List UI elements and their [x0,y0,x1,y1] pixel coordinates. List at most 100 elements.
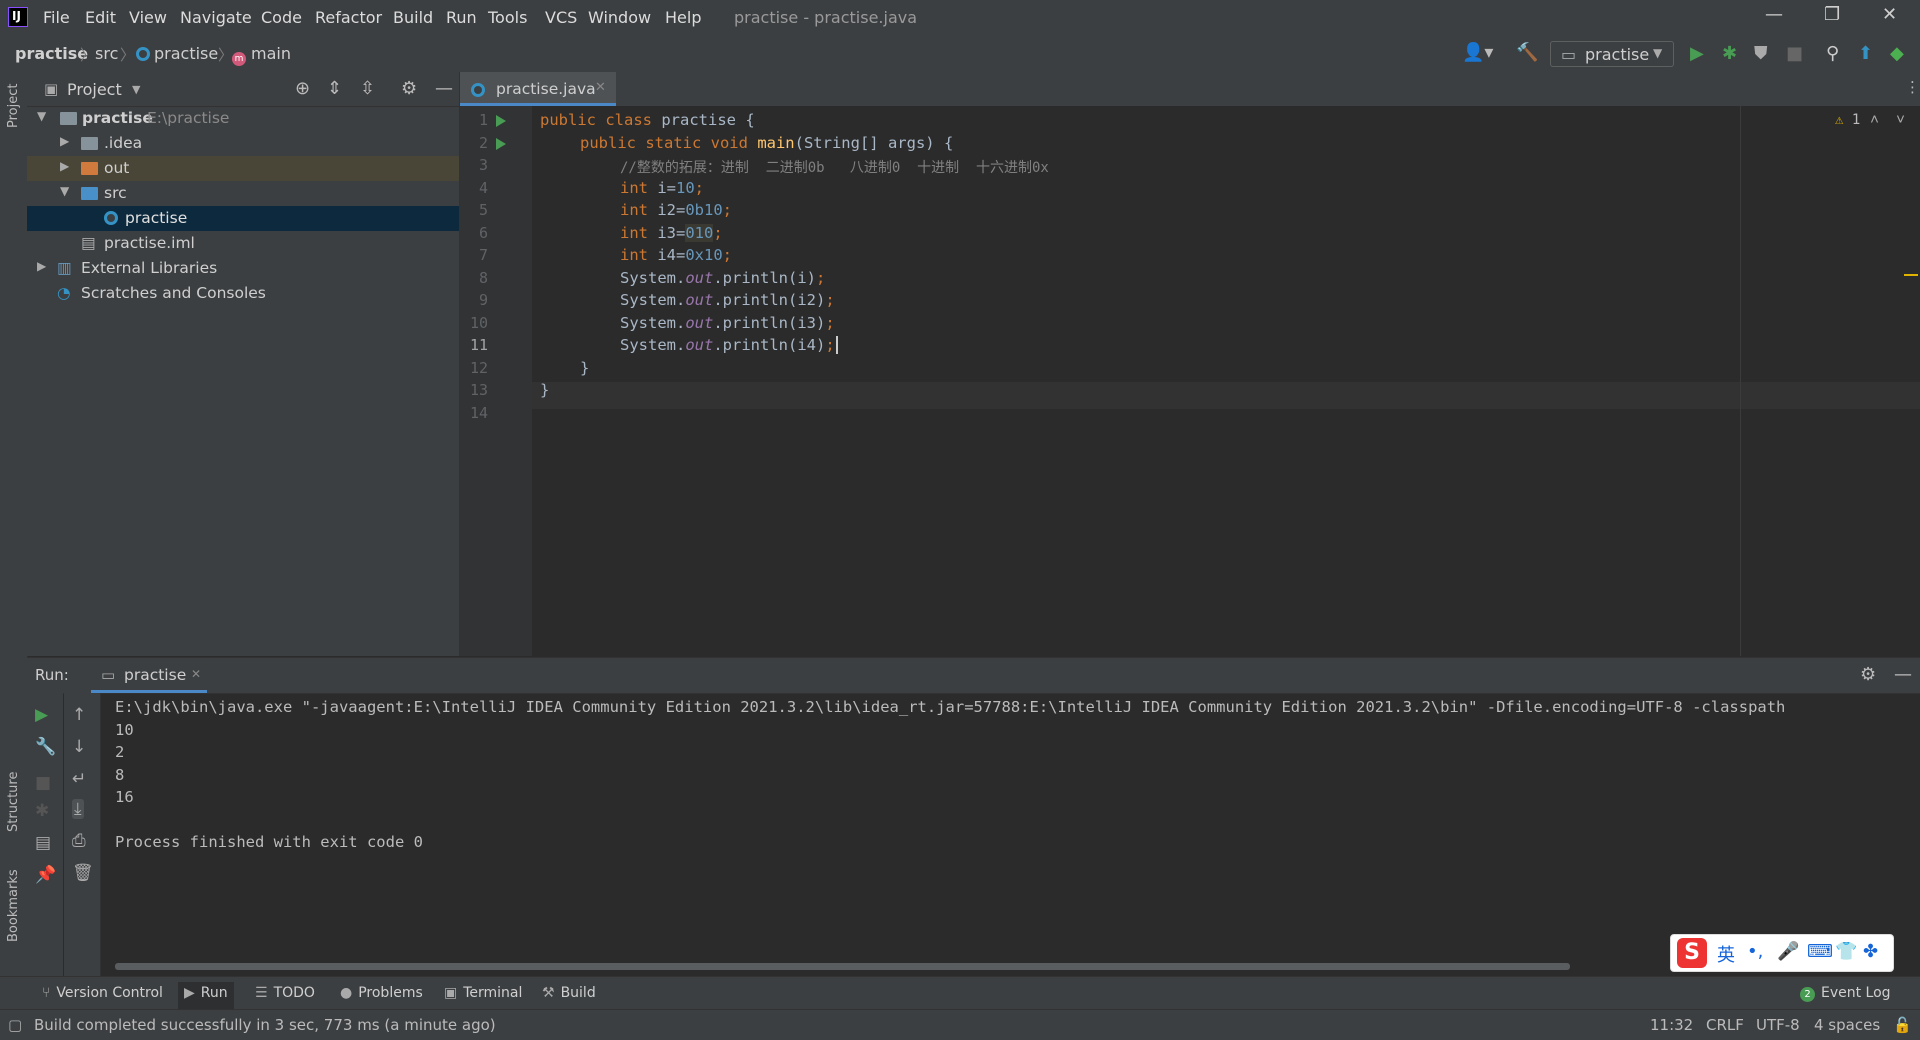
tool-event-log[interactable]: 2 Event Log [1800,985,1891,1002]
menu-refactor[interactable]: Refactor [315,8,382,27]
update-icon[interactable]: ⬆ [1858,43,1873,64]
gear-icon[interactable]: ⚙ [1860,664,1876,685]
chevron-down-icon[interactable]: ▼ [60,184,69,198]
menu-tools[interactable]: Tools [488,8,527,27]
locate-icon[interactable]: ⊕ [295,78,310,99]
caret-position[interactable]: 11:32 [1650,1016,1693,1034]
tree-item-iml[interactable]: ▤ practise.iml [27,231,459,256]
breadcrumb-src[interactable]: src [95,44,118,63]
stop-icon[interactable]: ■ [35,773,51,793]
ime-mode[interactable]: 英 [1717,941,1735,967]
run-gutter-icon[interactable] [496,115,506,127]
tool-terminal[interactable]: ▣ Terminal [444,985,522,1001]
run-icon[interactable]: ▶ [1690,43,1704,64]
pin-icon[interactable]: 📌 [35,865,56,885]
tree-item-practise-class[interactable]: practise [27,206,459,231]
tab-practise-java[interactable]: practise.java ✕ [460,72,616,106]
hide-icon[interactable]: — [1894,664,1912,685]
menu-build[interactable]: Build [393,8,433,27]
tool-run[interactable]: ▶ Run [178,982,234,1012]
ime-toolbar[interactable]: S 英 •, 🎤 ⌨ 👕 ✤ [1670,934,1894,972]
close-tab-icon[interactable]: ✕ [595,80,606,95]
menu-navigate[interactable]: Navigate [180,8,252,27]
indent-setting[interactable]: 4 spaces [1814,1016,1880,1034]
breadcrumb-project[interactable]: practise [15,44,88,63]
warning-icon[interactable]: ⚠ 1 [1835,112,1860,128]
scroll-to-end-icon[interactable]: ⤓ [72,799,84,819]
warning-stripe-marker[interactable] [1904,274,1918,276]
tree-item-idea[interactable]: ▶ .idea [27,131,459,156]
structure-tool-tab[interactable]: Structure [6,772,21,832]
coverage-icon[interactable]: ⛊ [1754,43,1768,64]
tree-item-external-libraries[interactable]: ▶ ▥ External Libraries [27,256,459,281]
minimize-button[interactable]: — [1765,4,1783,25]
toggle-tool-windows-icon[interactable]: ▢ [8,1016,22,1034]
horizontal-scrollbar[interactable] [115,963,1570,970]
rerun-icon[interactable]: ▶ [35,705,48,725]
skin-icon[interactable]: 👕 [1835,941,1857,962]
menu-help[interactable]: Help [665,8,701,27]
more-icon[interactable]: ⋮ [1905,78,1920,96]
menu-run[interactable]: Run [446,8,477,27]
menu-edit[interactable]: Edit [85,8,116,27]
tool-problems[interactable]: ● Problems [340,985,423,1001]
plugin-icon[interactable]: ◆ [1890,43,1904,64]
tree-item-out[interactable]: ▶ out [27,156,459,181]
debug-icon[interactable]: ✱ [35,801,49,821]
menu-code[interactable]: Code [261,8,302,27]
menu-view[interactable]: View [129,8,167,27]
search-icon[interactable]: ⚲ [1826,43,1839,64]
hide-icon[interactable]: — [435,78,453,99]
breadcrumb-class[interactable]: practise [136,44,218,63]
tree-item-src[interactable]: ▼ src [27,181,459,206]
prev-highlight-icon[interactable]: ˄ [1870,110,1879,129]
toolbox-icon[interactable]: ✤ [1863,941,1878,962]
stop-icon[interactable]: ■ [1786,43,1803,64]
chevron-right-icon[interactable]: ▶ [60,134,69,148]
tool-build[interactable]: ⚒ Build [542,985,596,1001]
chevron-right-icon[interactable]: ▶ [60,159,69,173]
close-button[interactable]: ✕ [1882,4,1897,25]
menu-window[interactable]: Window [588,8,651,27]
menu-vcs[interactable]: VCS [545,8,577,27]
bookmarks-tool-tab[interactable]: Bookmarks [6,869,21,942]
tree-item-scratches[interactable]: ◔ Scratches and Consoles [27,281,459,306]
soft-wrap-icon[interactable]: ↵ [72,769,86,789]
lock-icon[interactable]: 🔓 [1893,1016,1912,1034]
microphone-icon[interactable]: 🎤 [1777,941,1799,962]
file-encoding[interactable]: UTF-8 [1756,1016,1800,1034]
wrench-icon[interactable]: 🔧 [35,737,56,757]
layout-icon[interactable]: ▤ [35,833,51,853]
collapse-all-icon[interactable]: ⇳ [360,78,375,99]
project-panel-title[interactable]: Project [67,80,122,99]
tree-item-project-root[interactable]: ▼ practise E:\practise [27,106,459,131]
run-tab-practise[interactable]: ▭ practise ✕ [91,658,207,693]
arrow-up-icon[interactable]: ↑ [72,705,86,725]
keyboard-icon[interactable]: ⌨ [1807,941,1833,962]
status-message[interactable]: Build completed successfully in 3 sec, 7… [34,1016,496,1034]
expand-all-icon[interactable]: ⇕ [327,78,342,99]
trash-icon[interactable]: 🗑 [72,863,94,883]
arrow-down-icon[interactable]: ↓ [72,737,86,757]
chevron-down-icon[interactable]: ▼ [132,83,140,96]
next-highlight-icon[interactable]: ˅ [1896,110,1905,129]
build-hammer-icon[interactable]: 🔨 [1516,42,1538,63]
menu-file[interactable]: File [43,8,70,27]
gear-icon[interactable]: ⚙ [401,78,417,99]
close-tab-icon[interactable]: ✕ [191,667,201,681]
account-icon[interactable]: 👤▾ [1462,42,1493,63]
breadcrumb-method[interactable]: m main [232,44,291,66]
code-editor[interactable]: 1 2 3 4 5 6 7 8 9 10 11 12 13 14 ⚠ 1 ˄ ˅… [460,106,1920,656]
project-tool-tab[interactable]: Project [6,84,21,128]
run-config-selector[interactable]: ▭ practise ▼ [1550,41,1674,67]
run-gutter-icon[interactable] [496,138,506,150]
punctuation-icon[interactable]: •, [1747,941,1763,962]
debug-icon[interactable]: ✱ [1722,43,1737,64]
chevron-right-icon[interactable]: ▶ [37,259,46,273]
tool-version-control[interactable]: ⑂ Version Control [42,985,163,1001]
line-separator[interactable]: CRLF [1706,1016,1744,1034]
print-icon[interactable]: ⎙ [72,831,86,851]
chevron-down-icon[interactable]: ▼ [37,109,46,123]
tool-todo[interactable]: ☰ TODO [255,985,315,1001]
restore-button[interactable]: ❐ [1824,4,1840,25]
